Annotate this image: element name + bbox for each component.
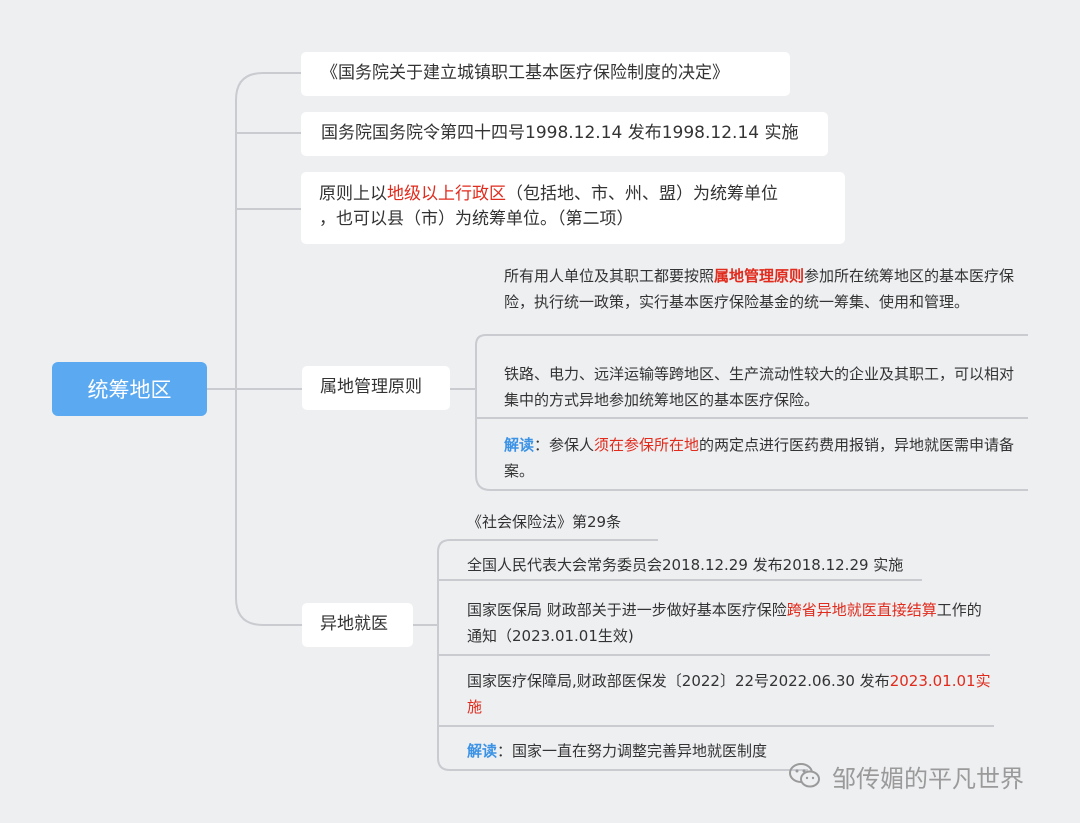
node-local-mgmt[interactable]: 属地管理原则 <box>302 366 450 410</box>
law-text: 《社会保险法》第29条 <box>467 513 622 531</box>
law-pub-text: 全国人民代表大会常务委员会2018.12.29 发布2018.12.29 实施 <box>467 556 904 574</box>
principle-line1: 原则上以地级以上行政区（包括地、市、州、盟）为统筹单位 <box>319 182 845 207</box>
remote-notice-pub[interactable]: 国家医疗保障局,财政部医保发〔2022〕22号2022.06.30 发布2023… <box>467 668 992 720</box>
local-mgmt-item-2[interactable]: 铁路、电力、远洋运输等跨地区、生产流动性较大的企业及其职工，可以相对集中的方式异… <box>504 361 1028 413</box>
principle-highlight: 地级以上行政区 <box>387 184 506 204</box>
root-node[interactable]: 统筹地区 <box>52 362 207 416</box>
doc-title-text: 《国务院关于建立城镇职工基本医疗保险制度的决定》 <box>321 63 729 83</box>
remote-notice[interactable]: 国家医保局 财政部关于进一步做好基本医疗保险跨省异地就医直接结算工作的通知（20… <box>467 597 987 649</box>
item3-highlight: 须在参保所在地 <box>594 436 700 454</box>
watermark-text: 邹传媚的平凡世界 <box>832 764 1024 793</box>
node-principle[interactable]: 原则上以地级以上行政区（包括地、市、州、盟）为统筹单位 ，也可以县（市）为统筹单… <box>301 172 845 244</box>
item1-highlight: 属地管理原则 <box>714 267 805 285</box>
local-mgmt-item-3[interactable]: 解读：参保人须在参保所在地的两定点进行医药费用报销，异地就医需申请备案。 <box>504 432 1028 484</box>
root-label: 统筹地区 <box>87 378 172 402</box>
notice-pub-pre: 国家医疗保障局,财政部医保发〔2022〕22号2022.06.30 发布 <box>467 672 890 690</box>
item2-text: 铁路、电力、远洋运输等跨地区、生产流动性较大的企业及其职工，可以相对集中的方式异… <box>504 365 1015 409</box>
mind-map: 统筹地区 《国务院关于建立城镇职工基本医疗保险制度的决定》 国务院国务院令第四十… <box>0 0 1080 823</box>
node-decree[interactable]: 国务院国务院令第四十四号1998.12.14 发布1998.12.14 实施 <box>301 112 828 156</box>
notice-highlight: 跨省异地就医直接结算 <box>786 601 937 619</box>
local-mgmt-item-1[interactable]: 所有用人单位及其职工都要按照属地管理原则参加所在统筹地区的基本医疗保险，执行统一… <box>504 263 1028 315</box>
local-mgmt-label: 属地管理原则 <box>320 377 422 397</box>
remote-interp-tag: 解读 <box>467 742 498 760</box>
remote-interp-text: ：国家一直在努力调整完善异地就医制度 <box>497 742 768 760</box>
remote-law[interactable]: 《社会保险法》第29条 <box>467 509 767 535</box>
principle-line2: ，也可以县（市）为统筹单位。（第二项） <box>319 209 634 229</box>
watermark: 邹传媚的平凡世界 <box>788 758 1024 794</box>
node-remote[interactable]: 异地就医 <box>302 603 413 647</box>
item3-pre: ：参保人 <box>534 436 595 454</box>
remote-label: 异地就医 <box>320 614 388 634</box>
remote-law-pub[interactable]: 全国人民代表大会常务委员会2018.12.29 发布2018.12.29 实施 <box>467 552 927 578</box>
wechat-icon <box>789 763 820 788</box>
interp-tag: 解读 <box>504 436 535 454</box>
decree-text: 国务院国务院令第四十四号1998.12.14 发布1998.12.14 实施 <box>321 123 799 143</box>
notice-pre: 国家医保局 财政部关于进一步做好基本医疗保险 <box>467 601 787 619</box>
principle-pre: 原则上以 <box>319 184 387 204</box>
principle-post: （包括地、市、州、盟）为统筹单位 <box>506 184 778 204</box>
item1-pre: 所有用人单位及其职工都要按照 <box>504 267 715 285</box>
node-doc-title[interactable]: 《国务院关于建立城镇职工基本医疗保险制度的决定》 <box>301 52 790 96</box>
